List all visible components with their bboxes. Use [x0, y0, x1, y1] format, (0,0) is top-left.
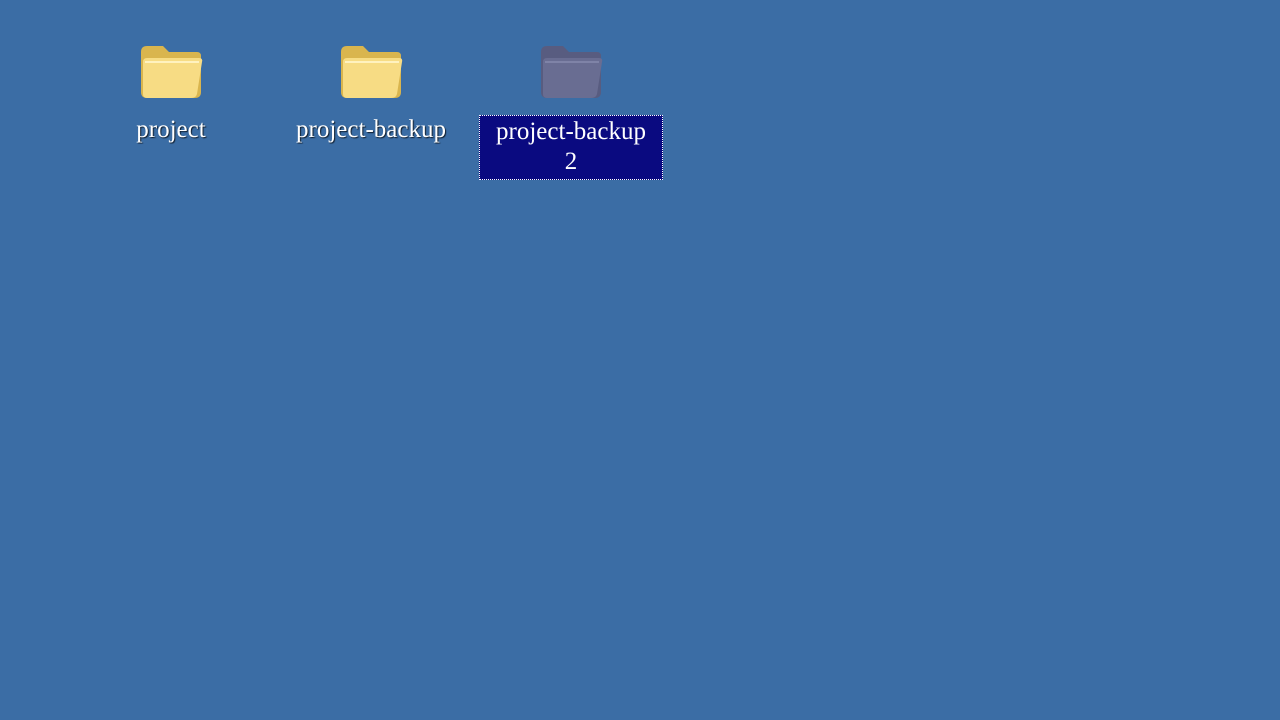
folder-icon [141, 46, 203, 98]
folder-icon [341, 46, 403, 98]
desktop-icon-project-backup[interactable]: project-backup [271, 30, 471, 190]
folder-icon [541, 46, 603, 98]
desktop[interactable]: project project-backup project-backup 2 [0, 0, 1280, 720]
desktop-icon-project[interactable]: project [71, 30, 271, 190]
icon-label-line2: 2 [564, 148, 578, 175]
icon-label-selected: project-backup 2 [479, 115, 663, 180]
icon-label-line1: project-backup [496, 118, 646, 145]
desktop-icon-project-backup-2[interactable]: project-backup 2 [471, 30, 671, 190]
icon-label: project [136, 116, 206, 143]
icon-label: project-backup [296, 116, 446, 143]
